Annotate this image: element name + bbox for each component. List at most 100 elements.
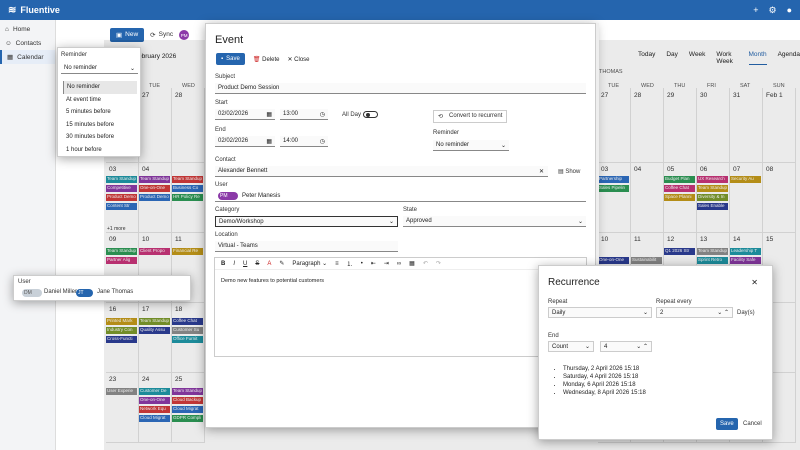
repeat-select[interactable]: Daily ⌄ [548, 307, 652, 318]
delete-button[interactable]: 🗑 Delete [253, 56, 280, 63]
count-stepper[interactable]: 4 ⌄ ⌃ [600, 341, 652, 352]
paragraph-select[interactable]: Paragraph ⌄ [292, 260, 327, 267]
recurrence-save-button[interactable]: Save [716, 418, 738, 430]
repeat-value: Daily [552, 309, 566, 316]
nav-label: Home [12, 25, 31, 33]
clock-icon[interactable]: ◷ [320, 111, 325, 118]
show-contact-button[interactable]: ▤ Show [558, 168, 580, 175]
rich-text-editor: B I U S A ✎ Paragraph ⌄ ≡ ⒈ • ⇤ ⇥ ∞ ▦ ↶ ↷ Demo ne… [214, 257, 587, 357]
category-label: Category [215, 207, 240, 213]
end-time-input[interactable]: 14:00 ◷ [280, 136, 328, 147]
contact-value: Alexander Bennett [218, 168, 268, 174]
user-label: User [215, 182, 228, 188]
indent-icon[interactable]: ⇤ [371, 260, 376, 267]
end-mode-value: Count [552, 343, 569, 350]
show-label: Show [565, 169, 581, 175]
bold-icon[interactable]: B [221, 261, 225, 267]
calendar-icon[interactable]: ▦ [266, 111, 272, 118]
recurrence-cancel-button[interactable]: Cancel [743, 421, 762, 427]
location-input[interactable]: Virtual - Teams [215, 241, 398, 252]
reminder-option[interactable]: 5 minutes before [63, 106, 137, 119]
end-date: 02/02/2026 [218, 138, 249, 144]
underline-icon[interactable]: U [243, 261, 247, 267]
end-label: End [215, 127, 226, 133]
editor-body[interactable]: Demo new features to potential customers [215, 270, 586, 292]
convert-recurrent-button[interactable]: ⟲ Convert to recurrent [433, 110, 508, 123]
reminder-option[interactable]: 1 hour before [63, 144, 137, 157]
user-chip[interactable]: DM [22, 289, 42, 297]
account-icon[interactable]: ● [787, 5, 792, 16]
end-mode-select[interactable]: Count ⌄ [548, 341, 594, 352]
top-bar: ≋ Fluentive + ⚙ ● [0, 0, 800, 20]
settings-icon[interactable]: ⚙ [768, 5, 776, 16]
close-icon: ✕ [287, 56, 293, 63]
highlight-icon[interactable]: ✎ [279, 260, 284, 267]
chevron-down-icon: ⌄ [129, 65, 135, 72]
italic-icon[interactable]: I [233, 261, 235, 267]
end-date-input[interactable]: 02/02/2026 ▦ [215, 136, 275, 147]
occurrence-list: Thursday, 2 April 2026 15:18 Saturday, 4… [563, 365, 646, 397]
calendar-icon[interactable]: ▦ [266, 138, 272, 145]
allday-label: All Day [342, 112, 362, 118]
reminder-option[interactable]: At event time [63, 94, 137, 107]
stepper-icon[interactable]: ⌄ ⌃ [717, 309, 729, 316]
start-time: 13:00 [283, 111, 299, 117]
redo-icon[interactable]: ↷ [436, 260, 441, 267]
count-value: 4 [604, 343, 608, 350]
nav-item-contacts[interactable]: ☺ Contacts [0, 36, 55, 50]
reminder-popup-select[interactable]: No reminder ⌄ [61, 63, 138, 74]
contact-input[interactable]: Alexander Bennett ✕ [215, 166, 548, 177]
user-chip[interactable]: PM [218, 192, 238, 200]
contact-label: Contact [215, 157, 236, 163]
reminder-option[interactable]: No reminder [63, 81, 137, 94]
recurrence-dialog: Recurrence ✕ Repeat Daily ⌄ Repeat every … [538, 265, 773, 440]
reminder-select[interactable]: No reminder ⌄ [433, 140, 509, 151]
allday-toggle[interactable] [363, 111, 378, 118]
repeat-every-stepper[interactable]: 2 ⌄ ⌃ [656, 307, 733, 318]
reminder-option[interactable]: 15 minutes before [63, 119, 137, 132]
start-date-input[interactable]: 02/02/2026 ▦ [215, 109, 275, 120]
reminder-option[interactable]: 30 minutes before [63, 131, 137, 144]
undo-icon[interactable]: ↶ [423, 260, 428, 267]
sync-button[interactable]: ⟳ Sync [150, 31, 173, 39]
user-popup: User DM Daniel Miller JT Jane Thomas [13, 275, 191, 301]
user-input[interactable]: PM Peter Manesis [215, 191, 586, 202]
chevron-down-icon: ⌄ [642, 310, 648, 316]
add-icon[interactable]: + [753, 5, 758, 16]
occurrence-item: Thursday, 2 April 2026 15:18 [563, 365, 646, 373]
calendar-icon: ▦ [7, 54, 14, 61]
start-time-input[interactable]: 13:00 ◷ [280, 109, 328, 120]
reminder-popup-label: Reminder [61, 52, 88, 58]
avatar[interactable]: PM [179, 30, 190, 40]
subject-input[interactable]: Product Demo Session [215, 83, 586, 94]
save-button[interactable]: ▪ Save [216, 53, 245, 65]
occurrence-item: Wednesday, 8 April 2026 15:18 [563, 389, 646, 397]
table-icon[interactable]: ▦ [409, 260, 415, 267]
stepper-icon[interactable]: ⌄ ⌃ [636, 343, 648, 350]
state-select[interactable]: Approved ⌄ [403, 216, 586, 227]
font-color-icon[interactable]: A [267, 261, 271, 267]
save-icon: ▪ [221, 56, 224, 62]
user-chip[interactable]: JT [76, 289, 93, 297]
numbered-list-icon[interactable]: ⒈ [347, 259, 353, 268]
close-icon[interactable]: ✕ [751, 278, 758, 287]
reminder-popup-value: No reminder [64, 65, 98, 71]
start-label: Start [215, 100, 228, 106]
strikethrough-icon[interactable]: S [255, 261, 259, 267]
nav-item-home[interactable]: ⌂ Home [0, 22, 55, 36]
logo-icon: ≋ [8, 4, 17, 16]
nav-item-calendar[interactable]: ▦ Calendar [0, 50, 55, 64]
align-icon[interactable]: ≡ [335, 261, 339, 267]
sync-icon: ⟳ [150, 32, 156, 39]
clock-icon[interactable]: ◷ [320, 138, 325, 145]
end-time: 14:00 [283, 138, 299, 144]
link-icon[interactable]: ∞ [397, 261, 401, 267]
bullet-list-icon[interactable]: • [361, 261, 363, 267]
clear-icon[interactable]: ✕ [539, 168, 544, 175]
state-label: State [403, 207, 418, 213]
close-button[interactable]: ✕ Close [287, 56, 309, 63]
dialog-title: Event [215, 34, 244, 46]
brand: ≋ Fluentive [8, 5, 60, 16]
outdent-icon[interactable]: ⇥ [384, 260, 389, 267]
category-select[interactable]: Demo/Workshop ⌄ [215, 216, 398, 227]
